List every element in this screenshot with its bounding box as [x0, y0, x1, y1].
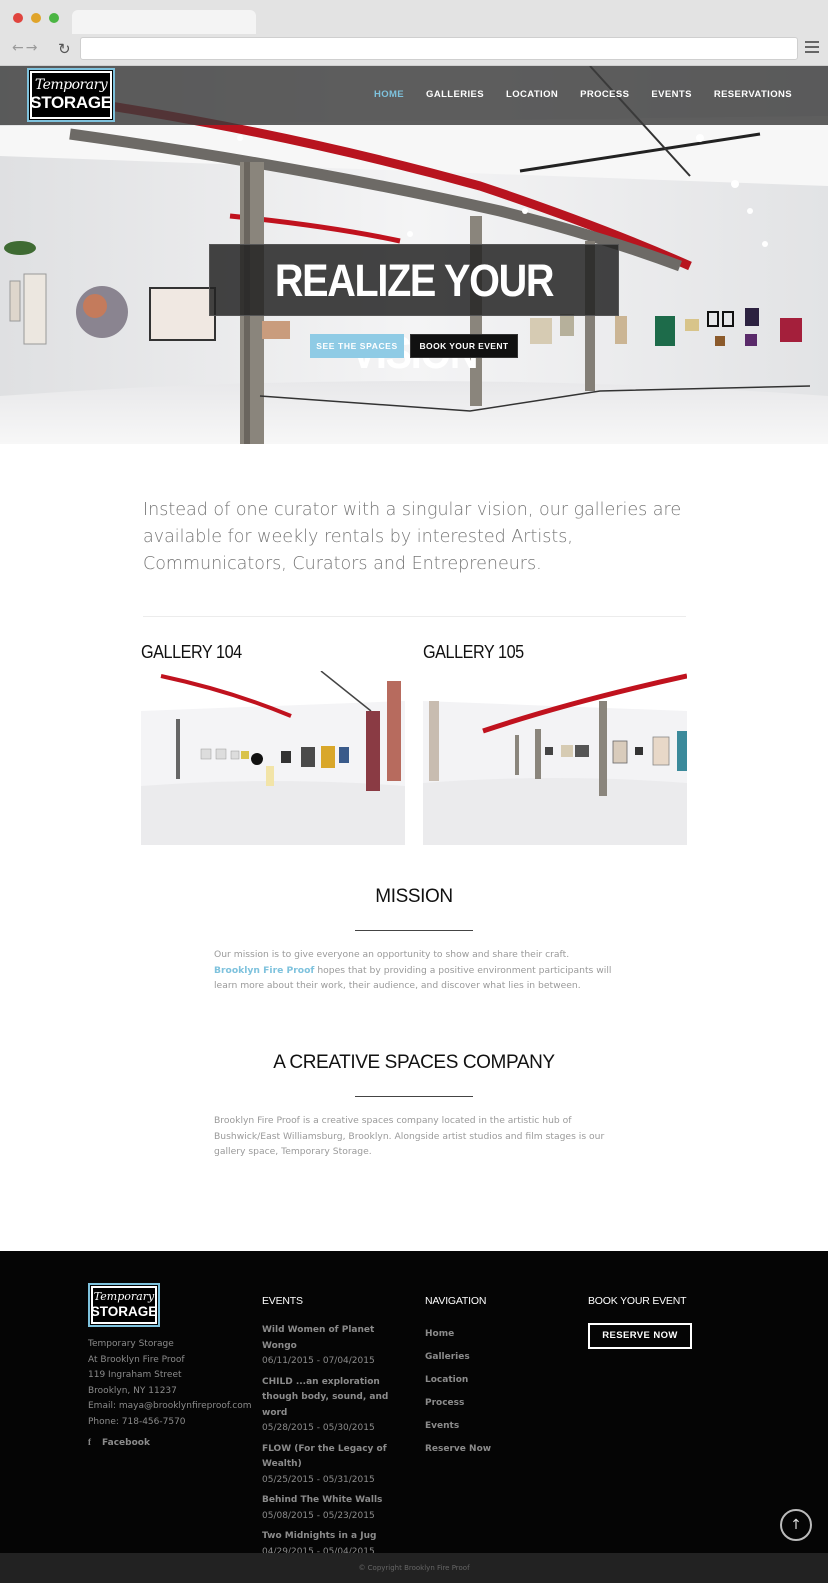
address-bar[interactable] [80, 37, 798, 60]
see-the-spaces-button[interactable]: SEE THE SPACES [310, 334, 404, 358]
event-dates: 06/11/2015 - 07/04/2015 [262, 1356, 375, 1366]
reserve-now-button[interactable]: RESERVE NOW [588, 1323, 692, 1349]
footer-book-heading: BOOK YOUR EVENT [588, 1295, 687, 1307]
minimize-window-icon[interactable] [31, 13, 41, 23]
site-header: Temporary STORAGE HOME GALLERIES LOCATIO… [0, 66, 828, 125]
company-heading: A CREATIVE SPACES COMPANY [273, 1052, 555, 1073]
footer-nav-reserve-now[interactable]: Reserve Now [425, 1438, 491, 1461]
event-dates: 05/25/2015 - 05/31/2015 [262, 1474, 375, 1485]
footer-logo[interactable]: Temporary STORAGE [88, 1283, 160, 1327]
site-logo[interactable]: Temporary STORAGE [27, 68, 115, 122]
nav-galleries[interactable]: GALLERIES [426, 89, 484, 100]
mission-heading: MISSION [375, 886, 453, 907]
nav-home[interactable]: HOME [374, 89, 404, 100]
browser-tab[interactable] [72, 10, 256, 34]
company-underline [355, 1096, 473, 1097]
footer-events-heading: EVENTS [262, 1295, 303, 1307]
book-your-event-button[interactable]: BOOK YOUR EVENT [410, 334, 518, 358]
facebook-icon: f [88, 1437, 91, 1447]
nav-events[interactable]: EVENTS [651, 89, 691, 100]
event-title[interactable]: Behind The White Walls [262, 1493, 412, 1509]
company-text: Brooklyn Fire Proof is a creative spaces… [214, 1115, 605, 1157]
hero-headline-box: REALIZE YOUR VISION [209, 244, 619, 378]
website: Temporary STORAGE HOME GALLERIES LOCATIO… [0, 66, 828, 1583]
footer-nav-galleries[interactable]: Galleries [425, 1346, 491, 1369]
intro-text: Instead of one curator with a singular v… [143, 500, 682, 574]
footer-email[interactable]: Email: maya@brooklynfireproof.com [88, 1399, 252, 1415]
facebook-label: Facebook [102, 1438, 150, 1448]
site-footer: Temporary STORAGE Temporary Storage At B… [0, 1251, 828, 1557]
footer-nav-process[interactable]: Process [425, 1392, 491, 1415]
nav-reservations[interactable]: RESERVATIONS [714, 89, 792, 100]
brooklyn-fire-proof-link[interactable]: Brooklyn Fire Proof [214, 965, 314, 976]
address-line: Brooklyn, NY 11237 [88, 1385, 177, 1396]
nav-process[interactable]: PROCESS [580, 89, 629, 100]
event-title[interactable]: FLOW (For the Legacy of Wealth) [262, 1442, 412, 1473]
mission-underline [355, 930, 473, 931]
event-title[interactable]: Wild Women of Planet Wongo [262, 1323, 412, 1354]
divider [143, 616, 686, 617]
maximize-window-icon[interactable] [49, 13, 59, 23]
main-nav: HOME GALLERIES LOCATION PROCESS EVENTS R… [374, 89, 792, 100]
browser-chrome: ←→ ↻ [0, 0, 828, 66]
footer-events-list: Wild Women of Planet Wongo 06/11/2015 - 0… [262, 1323, 412, 1565]
event-dates: 05/08/2015 - 05/23/2015 [262, 1510, 375, 1521]
mission-text: Our mission is to give everyone an oppor… [214, 947, 614, 994]
copyright: © Copyright Brooklyn Fire Proof [0, 1553, 828, 1583]
logo-script-text: Temporary [34, 77, 108, 93]
hero-banner: Temporary STORAGE HOME GALLERIES LOCATIO… [0, 66, 828, 444]
gallery-104-image [141, 671, 405, 845]
list-item[interactable]: Wild Women of Planet Wongo 06/11/2015 - 0… [262, 1323, 412, 1370]
gallery-105-title[interactable]: GALLERY 105 [423, 642, 524, 663]
list-item[interactable]: FLOW (For the Legacy of Wealth) 05/25/201… [262, 1442, 412, 1489]
gallery-104-photo[interactable] [141, 671, 405, 845]
scroll-to-top-icon[interactable]: ↑ [780, 1509, 812, 1541]
back-forward-icons[interactable]: ←→ [12, 40, 39, 56]
close-window-icon[interactable] [13, 13, 23, 23]
nav-location[interactable]: LOCATION [506, 89, 558, 100]
logo-block-text: STORAGE [30, 93, 112, 112]
footer-address: Temporary Storage At Brooklyn Fire Proof… [88, 1337, 252, 1430]
event-title[interactable]: Two Midnights in a Jug [262, 1529, 412, 1545]
list-item[interactable]: Behind The White Walls 05/08/2015 - 05/23… [262, 1493, 412, 1524]
gallery-105-image [423, 671, 687, 845]
mission-text-part1: Our mission is to give everyone an oppor… [214, 949, 570, 960]
gallery-105-photo[interactable] [423, 671, 687, 845]
address-line: Temporary Storage [88, 1339, 174, 1349]
footer-nav: Home Galleries Location Process Events R… [425, 1323, 491, 1461]
gallery-104-title[interactable]: GALLERY 104 [141, 642, 242, 663]
browser-menu-icon[interactable] [805, 41, 819, 53]
list-item[interactable]: CHILD ...an exploration though body, sou… [262, 1375, 412, 1437]
event-dates: 05/28/2015 - 05/30/2015 [262, 1423, 375, 1433]
footer-nav-heading: NAVIGATION [425, 1295, 487, 1307]
hero-headline: REALIZE YOUR VISION [274, 255, 555, 378]
footer-nav-events[interactable]: Events [425, 1415, 491, 1438]
address-line: 119 Ingraham Street [88, 1370, 182, 1380]
address-line: At Brooklyn Fire Proof [88, 1354, 185, 1365]
footer-phone: Phone: 718-456-7570 [88, 1416, 186, 1427]
event-title[interactable]: CHILD ...an exploration though body, sou… [262, 1375, 412, 1422]
footer-logo-script: Temporary [93, 1290, 155, 1303]
footer-logo-block: STORAGE [90, 1304, 158, 1319]
reload-icon[interactable]: ↻ [58, 40, 71, 58]
footer-nav-location[interactable]: Location [425, 1369, 491, 1392]
facebook-link[interactable]: f Facebook [88, 1437, 150, 1448]
footer-nav-home[interactable]: Home [425, 1323, 491, 1346]
